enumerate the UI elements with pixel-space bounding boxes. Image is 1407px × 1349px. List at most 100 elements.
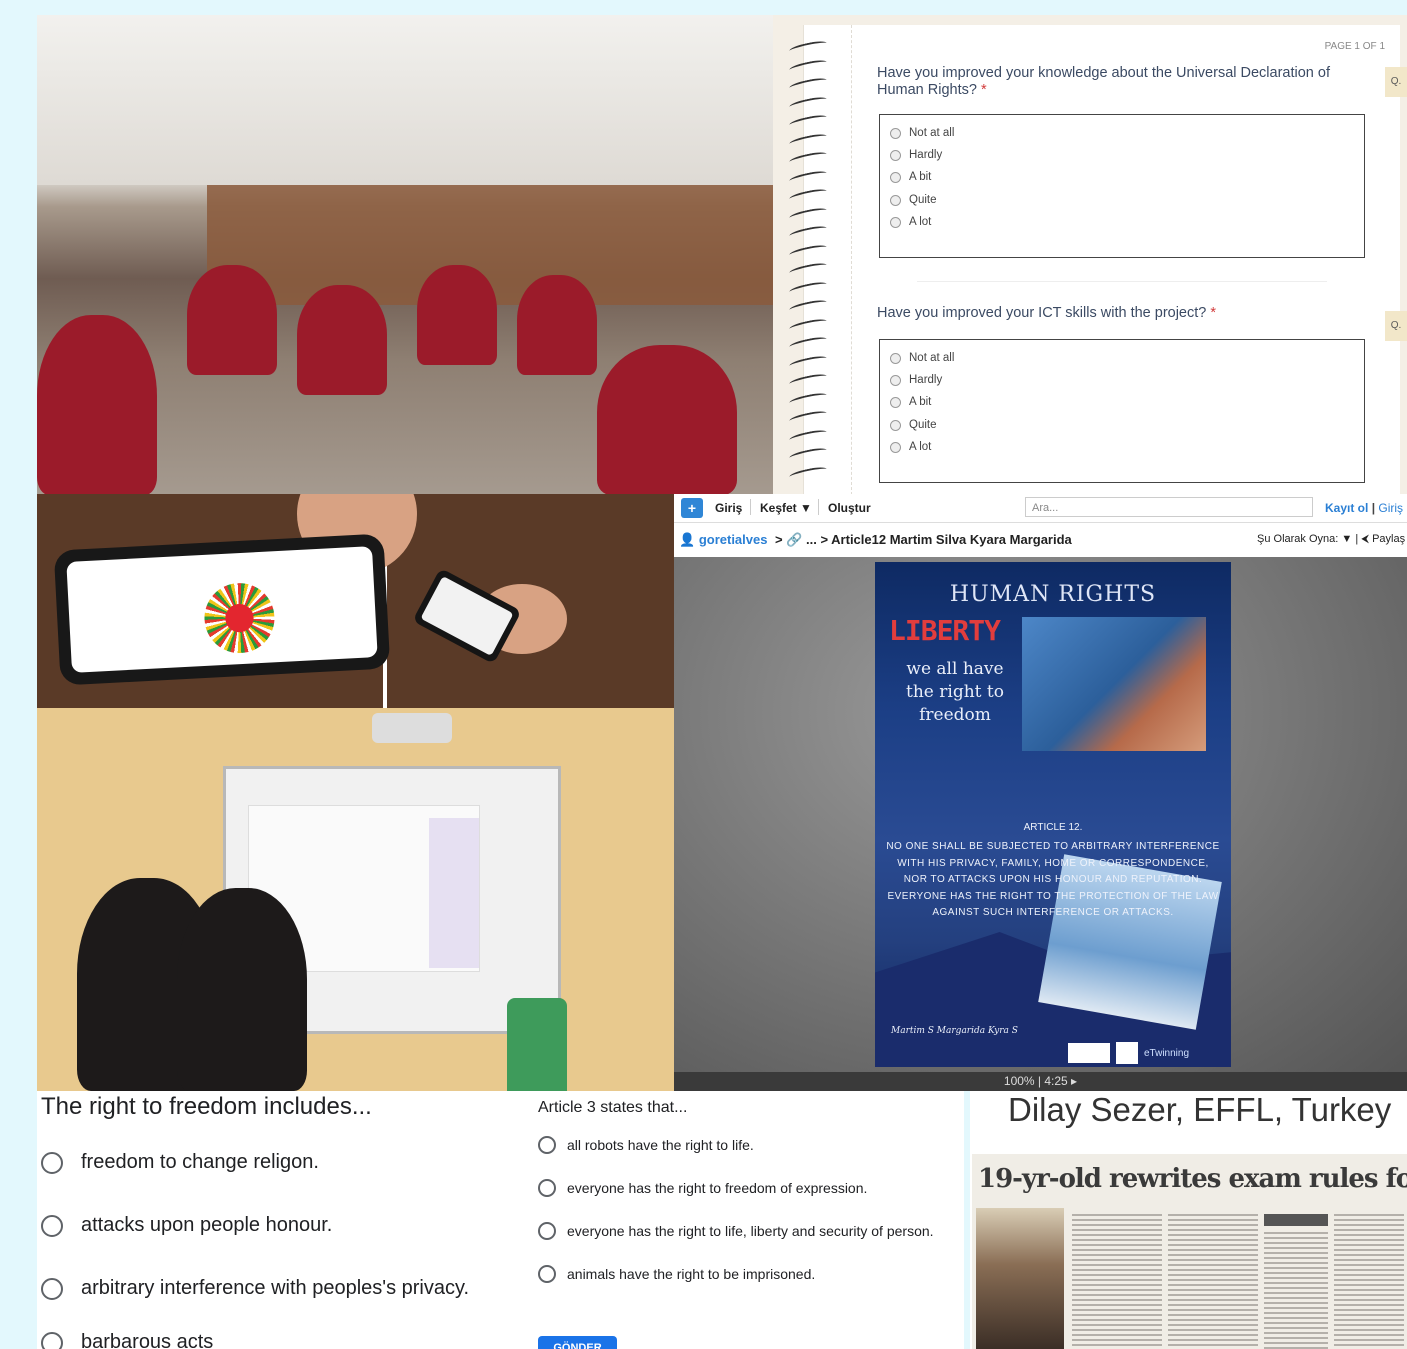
radio-button[interactable] <box>41 1151 63 1174</box>
student-figure <box>37 315 157 494</box>
survey-option[interactable]: Hardly <box>890 374 942 386</box>
school-logo-icon <box>1068 1043 1110 1063</box>
article-heading: ARTICLE 12. <box>1023 822 1083 833</box>
page-indicator: PAGE 1 OF 1 <box>1324 41 1385 52</box>
quiz-option[interactable]: everyone has the right to freedom of exp… <box>538 1179 867 1197</box>
survey-option[interactable]: Quite <box>890 419 937 431</box>
student-figure <box>417 265 497 365</box>
poster-signature: Martim S Margarida Kyra S <box>891 1026 1018 1036</box>
book-stage: HUMAN RIGHTS LIBERTY ! we all have the r… <box>674 557 1407 1072</box>
nav-separator <box>750 499 751 515</box>
survey-option[interactable]: Quite <box>890 194 937 206</box>
quiz-option[interactable]: arbitrary interference with peoples's pr… <box>41 1277 469 1300</box>
human-rights-poster: HUMAN RIGHTS LIBERTY ! we all have the r… <box>875 562 1231 1067</box>
student-figure <box>517 275 597 375</box>
survey-option[interactable]: A lot <box>890 441 931 453</box>
storyjumper-viewer: + Giriş Keşfet ▼ Oluştur Ara... Kayıt ol… <box>674 494 1407 1091</box>
survey-option[interactable]: A bit <box>890 396 931 408</box>
nav-home[interactable]: Giriş <box>715 501 742 515</box>
survey-options-1: Not at all Hardly A bit Quite A lot <box>879 114 1365 258</box>
survey-option[interactable]: Not at all <box>890 352 954 364</box>
auth-links: Kayıt ol | Giriş <box>1325 501 1403 515</box>
radio-button[interactable] <box>41 1277 63 1300</box>
signup-link[interactable]: Kayıt ol <box>1325 501 1368 515</box>
nav-explore[interactable]: Keşfet ▼ <box>760 501 812 515</box>
radio-button[interactable] <box>41 1214 63 1237</box>
submit-button[interactable]: GÖNDER <box>538 1336 617 1349</box>
etwinning-logo: eTwinning <box>1144 1047 1190 1059</box>
radio-button[interactable] <box>41 1331 63 1349</box>
survey-question-1: Have you improved your knowledge about t… <box>877 65 1330 98</box>
newspaper-clipping: 19-yr-old rewrites exam rules for disabl <box>972 1154 1407 1349</box>
notebook-margin <box>851 25 852 494</box>
login-link[interactable]: Giriş <box>1378 501 1403 515</box>
radio-button[interactable] <box>890 127 901 139</box>
radio-button[interactable] <box>538 1136 556 1154</box>
quiz-article-3: Article 3 states that... all robots have… <box>510 1091 964 1349</box>
poster-photo-tattoo <box>1022 617 1206 751</box>
survey-option[interactable]: Not at all <box>890 127 954 139</box>
student-figure <box>297 285 387 395</box>
question-divider <box>917 281 1327 282</box>
smartphone <box>53 533 391 686</box>
survey-option[interactable]: A lot <box>890 216 931 228</box>
student-figure <box>177 888 307 1091</box>
radio-button[interactable] <box>538 1222 556 1240</box>
chair <box>507 998 567 1091</box>
radio-button[interactable] <box>890 171 901 183</box>
news-portrait <box>976 1208 1064 1349</box>
poster-title: HUMAN RIGHTS <box>949 582 1157 607</box>
quiz-option[interactable]: attacks upon people honour. <box>41 1214 332 1237</box>
radio-button[interactable] <box>890 149 901 161</box>
quiz-question: The right to freedom includes... <box>41 1093 372 1120</box>
radio-button[interactable] <box>890 441 901 453</box>
newspaper-clipping-panel: Dilay Sezer, EFFL, Turkey 19-yr-old rewr… <box>970 1091 1407 1349</box>
nav-create[interactable]: Oluştur <box>828 501 871 515</box>
book-progress[interactable]: 100% | 4:25 ▸ <box>674 1072 1407 1091</box>
news-headline: 19-yr-old rewrites exam rules for disabl <box>978 1164 1407 1194</box>
survey-option[interactable]: A bit <box>890 171 931 183</box>
student-figure <box>597 345 737 494</box>
poster-tagline: we all have the right to freedom <box>906 659 1004 725</box>
quiz-option[interactable]: everyone has the right to life, liberty … <box>538 1222 934 1240</box>
radio-button[interactable] <box>890 194 901 206</box>
quiz-option[interactable]: all robots have the right to life. <box>538 1136 754 1154</box>
poster-highlight: LIBERTY ! <box>889 614 1033 647</box>
news-sidebar-heading <box>1264 1214 1328 1226</box>
breadcrumb-user[interactable]: 👤 goretialves <box>679 532 767 548</box>
heart-logo-icon <box>1116 1042 1138 1064</box>
quiz-option[interactable]: barbarous acts <box>41 1331 213 1349</box>
news-column <box>1334 1214 1404 1349</box>
play-as-share-controls[interactable]: Şu Olarak Oyna: ▼ | ⮜ Paylaş <box>1257 533 1405 546</box>
classroom-wall <box>37 15 773 185</box>
projector <box>372 713 452 743</box>
quiz-option[interactable]: animals have the right to be imprisoned. <box>538 1265 815 1283</box>
phones-photo <box>37 494 674 708</box>
question-badge[interactable]: Q. <box>1385 67 1407 97</box>
partner-logos: eTwinning <box>1068 1042 1189 1064</box>
storyjumper-logo-icon[interactable]: + <box>681 498 703 518</box>
survey-question-2: Have you improved your ICT skills with t… <box>877 305 1216 321</box>
radio-button[interactable] <box>890 352 901 364</box>
author-caption: Dilay Sezer, EFFL, Turkey <box>1008 1091 1392 1128</box>
news-column <box>1168 1214 1258 1349</box>
survey-option[interactable]: Hardly <box>890 149 942 161</box>
heart-logo-icon <box>202 581 277 655</box>
radio-button[interactable] <box>890 216 901 228</box>
radio-button[interactable] <box>890 374 901 386</box>
phone-screen <box>66 546 378 673</box>
radio-button[interactable] <box>890 396 901 408</box>
article-text: No one shall be subjected to arbitrary i… <box>886 841 1220 918</box>
survey-form: PAGE 1 OF 1 Have you improved your knowl… <box>773 15 1407 494</box>
radio-button[interactable] <box>538 1265 556 1283</box>
breadcrumb-path: > 🔗 ... > Article12 Martim Silva Kyara M… <box>775 532 1072 547</box>
quiz-question: Article 3 states that... <box>538 1099 688 1116</box>
search-input[interactable]: Ara... <box>1025 497 1313 517</box>
quiz-option[interactable]: freedom to change religon. <box>41 1151 319 1174</box>
student-figure <box>187 265 277 375</box>
auth-separator: | <box>1371 501 1376 515</box>
radio-button[interactable] <box>538 1179 556 1197</box>
question-badge[interactable]: Q. <box>1385 311 1407 341</box>
radio-button[interactable] <box>890 419 901 431</box>
whiteboard-photo <box>37 708 674 1091</box>
